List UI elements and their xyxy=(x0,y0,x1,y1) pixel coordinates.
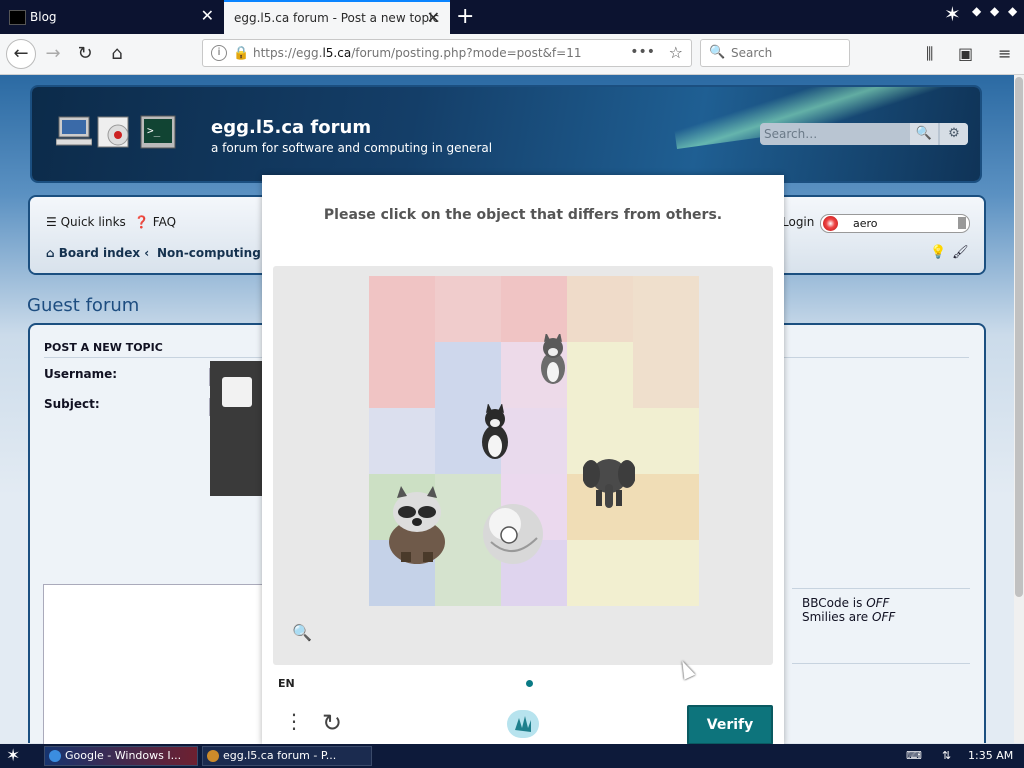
forum-search-input[interactable]: Search… 🔍 ⚙ xyxy=(760,123,968,145)
login-link[interactable]: Login xyxy=(782,215,814,229)
style-select[interactable]: aero xyxy=(820,214,970,233)
start-icon[interactable]: ✶ xyxy=(6,746,20,766)
info-icon[interactable]: i xyxy=(211,45,227,61)
cat-icon[interactable] xyxy=(535,334,571,386)
more-icon[interactable]: ••• xyxy=(630,44,655,60)
url-text: https://egg.l5.ca/forum/posting.php?mode… xyxy=(253,46,582,60)
zoom-icon[interactable]: 🔍 xyxy=(292,623,312,642)
close-window-icon[interactable]: ◆ xyxy=(1008,4,1017,18)
brush-icon[interactable]: 🖌 xyxy=(952,245,969,260)
tab-title: egg.l5.ca forum - Post a new topic xyxy=(234,11,440,25)
captcha-puzzle-image[interactable] xyxy=(369,276,699,606)
taskbar: ✶ Google - Windows I... egg.l5.ca forum … xyxy=(0,744,1024,768)
minimize-icon[interactable]: ◆ xyxy=(972,4,981,18)
faq-link[interactable]: ❓ FAQ xyxy=(134,215,176,229)
taskbar-item-forum[interactable]: egg.l5.ca forum - P... xyxy=(202,746,372,766)
network-icon[interactable]: ⇅ xyxy=(942,749,951,762)
computer-icon xyxy=(56,116,92,146)
star-icon: ✶ xyxy=(944,2,961,26)
more-options-icon[interactable]: ⋮ xyxy=(284,711,304,731)
url-bar[interactable]: i 🔒 https://egg.l5.ca/forum/posting.php?… xyxy=(202,39,692,67)
tab-bar: Blog ✕ egg.l5.ca forum - Post a new topi… xyxy=(0,0,1024,34)
home-icon[interactable]: ⌂ xyxy=(104,41,130,67)
nav-bar: ← → ↻ ⌂ i 🔒 https://egg.l5.ca/forum/post… xyxy=(0,34,1024,75)
tab-blog[interactable]: Blog ✕ xyxy=(0,0,224,34)
scrollbar[interactable] xyxy=(1014,75,1024,743)
captcha-image-area: 🔍 xyxy=(273,266,773,665)
forum-header: >_ egg.l5.ca forum a forum for software … xyxy=(32,87,980,181)
site-description: a forum for software and computing in ge… xyxy=(211,141,493,155)
cat-icon[interactable] xyxy=(477,404,513,460)
quick-links-button[interactable]: ☰ Quick links xyxy=(46,215,126,229)
elephant-icon[interactable] xyxy=(583,454,635,510)
refresh-icon[interactable]: ↻ xyxy=(322,711,342,735)
language-selector[interactable]: EN xyxy=(278,677,295,690)
bookmark-star-icon[interactable]: ☆ xyxy=(669,43,683,62)
keyboard-icon[interactable]: ⌨ xyxy=(906,749,922,762)
menu-icon[interactable]: ≡ xyxy=(998,44,1011,63)
lock-icon: 🔒 xyxy=(233,46,250,61)
close-icon[interactable]: ✕ xyxy=(427,10,440,26)
lightbulb-icon[interactable]: 💡 xyxy=(930,245,946,260)
raccoon-icon[interactable] xyxy=(383,486,453,566)
back-icon[interactable]: ← xyxy=(6,39,36,69)
site-title[interactable]: egg.l5.ca forum xyxy=(211,117,371,138)
message-textarea[interactable] xyxy=(43,584,265,746)
close-icon[interactable]: ✕ xyxy=(201,8,214,24)
hcaptcha-logo-icon xyxy=(507,710,539,738)
section-heading: POST A NEW TOPIC xyxy=(44,341,163,354)
search-icon: 🔍 xyxy=(709,45,726,60)
tab-forum[interactable]: egg.l5.ca forum - Post a new topic ✕ xyxy=(224,0,450,34)
subject-label: Subject: xyxy=(44,397,100,411)
svg-text:>_: >_ xyxy=(147,124,161,137)
browser-icon xyxy=(207,750,219,762)
verify-button[interactable]: Verify xyxy=(687,705,773,745)
internet-explorer-icon xyxy=(49,750,61,762)
terminal-icon: >_ xyxy=(140,115,176,149)
tab-title: Blog xyxy=(30,10,57,24)
captcha-modal: Please click on the object that differs … xyxy=(262,175,784,745)
library-icon[interactable]: ⫼ xyxy=(926,44,933,64)
ball-icon[interactable] xyxy=(481,502,545,568)
taskbar-item-ie[interactable]: Google - Windows I... xyxy=(44,746,198,766)
browser-search-input[interactable]: 🔍 Search xyxy=(700,39,850,67)
sidebar-icon[interactable]: ▣ xyxy=(958,44,973,63)
progress-dot xyxy=(526,680,533,687)
cd-drive-icon xyxy=(97,116,129,148)
new-tab-icon[interactable]: + xyxy=(456,6,474,28)
captcha-widget-background xyxy=(210,361,264,496)
captcha-prompt: Please click on the object that differs … xyxy=(323,207,723,223)
breadcrumb-forum[interactable]: Non-computing xyxy=(157,246,261,260)
search-icon[interactable]: 🔍 xyxy=(910,123,938,145)
reload-icon[interactable]: ↻ xyxy=(72,41,98,67)
bbcode-status: BBCode is OFF Smilies are OFF xyxy=(802,596,896,624)
forward-icon[interactable]: → xyxy=(40,41,66,67)
firefox-icon xyxy=(823,216,838,231)
clock[interactable]: 1:35 AM xyxy=(968,749,1013,762)
username-label: Username: xyxy=(44,367,118,381)
forum-title[interactable]: Guest forum xyxy=(27,295,139,316)
maximize-icon[interactable]: ◆ xyxy=(990,4,999,18)
dropdown-arrow-icon xyxy=(958,217,966,229)
terminal-icon xyxy=(9,10,26,25)
breadcrumb-board-index[interactable]: ⌂ Board index ‹ xyxy=(46,246,149,260)
gear-icon[interactable]: ⚙ xyxy=(940,123,968,145)
